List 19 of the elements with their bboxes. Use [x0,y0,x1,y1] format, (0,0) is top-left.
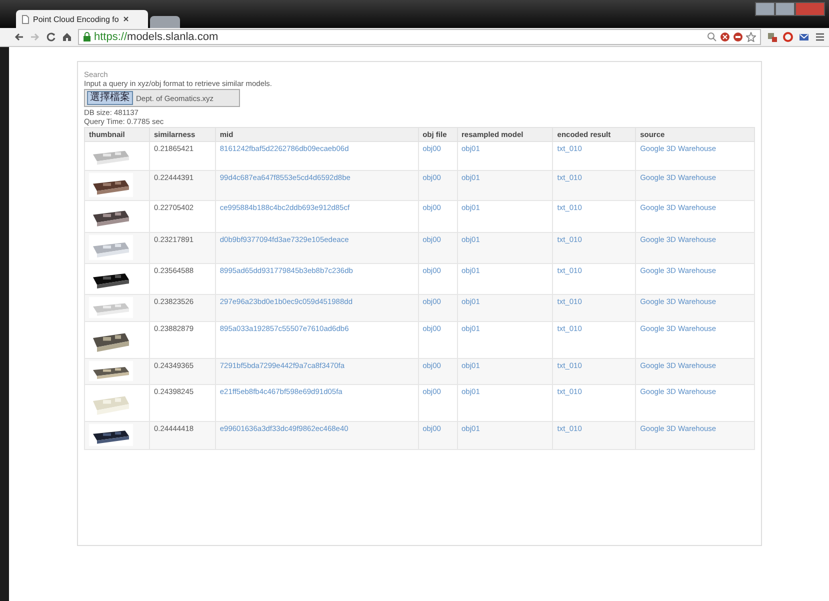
browser-tab[interactable]: Point Cloud Encoding fo [16,10,148,28]
badge-icon[interactable] [733,32,743,42]
home-icon[interactable] [62,32,72,42]
minimize-button[interactable] [755,2,775,16]
search-icon[interactable] [707,32,717,42]
maximize-button[interactable] [775,2,795,16]
url-text: https://models.slanla.com [94,31,218,43]
lock-icon [83,32,91,42]
tab-title: Point Cloud Encoding fo [33,14,119,24]
address-bar[interactable]: https://models.slanla.com [78,29,761,45]
close-icon[interactable] [122,16,129,22]
mail-icon[interactable] [799,32,809,42]
menu-icon[interactable] [815,32,825,42]
reload-icon[interactable] [46,32,56,42]
page-icon [22,14,29,24]
back-icon[interactable] [14,32,24,42]
ring-icon[interactable] [783,32,793,42]
star-icon[interactable] [746,32,756,42]
block-icon[interactable] [720,32,730,42]
